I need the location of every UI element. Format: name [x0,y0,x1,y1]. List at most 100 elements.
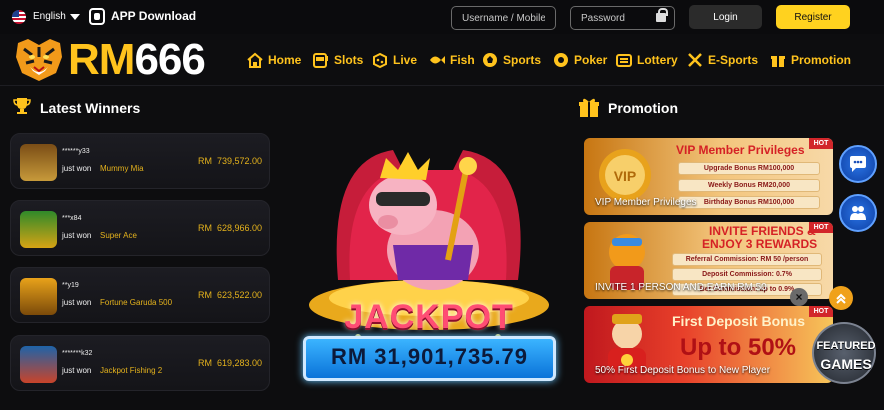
winner-game: Mummy Mia [100,164,144,173]
winner-just-won: just won [62,231,92,240]
lottery-icon [616,54,632,67]
winner-username: ***x84 [62,215,82,222]
winner-card[interactable]: ******y33 just won Mummy Mia RM 739,572.… [10,133,270,189]
soccer-ball-icon [483,53,497,67]
promo-row: Birthday Bonus RM100,000 [678,196,820,209]
super-ace-game-thumbnail [20,211,57,248]
home-icon [247,52,263,68]
nav-live[interactable]: Live [371,51,417,69]
hot-badge: HOT [809,138,833,149]
winner-card[interactable]: **y19 just won Fortune Garuda 500 RM 623… [10,267,270,323]
winner-currency: RM [198,358,212,368]
games-label: GAMES [820,356,872,372]
username-input[interactable] [451,6,556,30]
winner-card[interactable]: ***x84 just won Super Ace RM 628,966.00 [10,200,270,256]
jackpot-amount: RM 31,901,735.79 [330,344,529,369]
tiger-logo-icon[interactable] [12,37,66,83]
winner-currency: RM [198,290,212,300]
promo-row: Deposit Commission: 0.7% [672,268,822,281]
poker-chip-icon [554,53,568,67]
winner-game: Jackpot Fishing 2 [100,366,163,375]
nav-label: Live [393,53,418,67]
register-button[interactable]: Register [776,5,850,29]
live-chat-button[interactable] [839,145,877,183]
live-casino-icon [373,52,387,69]
nav-label: Sports [503,53,542,67]
promo-caption: VIP Member Privileges [595,197,697,208]
winner-just-won: just won [62,366,92,375]
promo-heading: First Deposit Bonus [672,313,806,329]
mummy-mia-game-thumbnail [20,144,57,181]
fortune-garuda-game-thumbnail [20,278,57,315]
nav-label: Poker [574,53,608,67]
nav-poker[interactable]: Poker [552,51,607,69]
referral-button[interactable] [839,194,877,232]
nav-home[interactable]: Home [246,51,301,69]
nav-lottery[interactable]: Lottery [615,51,678,69]
winner-currency: RM [198,223,212,233]
winner-game: Super Ace [100,231,137,240]
winner-currency: RM [198,156,212,166]
nav-label: Fish [450,53,475,67]
slot-machine-icon [313,53,328,68]
promo-card-first-deposit[interactable]: HOT First Deposit Bonus Up to 50% 50% Fi… [584,306,833,383]
winner-card[interactable]: *******k32 just won Jackpot Fishing 2 RM… [10,335,270,391]
featured-games-button[interactable]: FEATURED GAMES [812,322,876,384]
latest-winners-title: Latest Winners [40,100,141,116]
promo-heading-line-2: ENJOY 3 REWARDS [702,237,818,251]
main-navbar: RM666 Home Slots Live Fish Sports Poker … [0,34,884,86]
nav-label: Slots [334,53,364,67]
promo-big-offer: Up to 50% [680,334,797,361]
crossed-swords-icon [688,53,702,67]
chevron-up-icon [836,293,846,304]
gift-icon [579,98,599,117]
mobile-app-icon[interactable] [89,8,105,25]
nav-label: Home [268,53,302,67]
nav-esports[interactable]: E-Sports [686,51,758,69]
winner-amount: 619,283.00 [217,358,263,368]
top-bar: English APP Download Login Register [0,0,884,34]
language-selector[interactable]: English [33,11,66,22]
lock-icon [656,8,668,22]
winner-username: **y19 [62,282,79,289]
nav-sports[interactable]: Sports [481,51,541,69]
promo-heading: VIP Member Privileges [676,143,805,157]
logo-rm: RM [68,35,135,84]
nav-label: E-Sports [708,53,759,67]
winner-game: Fortune Garuda 500 [100,298,173,307]
promo-card-vip[interactable]: HOT VIP VIP Member Privileges Upgrade Bo… [584,138,833,215]
jackpot-label: JACKPOT [344,298,514,336]
winner-amount: 623,522.00 [217,290,263,300]
winner-username: ******y33 [62,148,90,155]
nav-fish[interactable]: Fish [428,51,475,69]
winner-just-won: just won [62,298,92,307]
users-icon [850,206,866,220]
promo-row: Weekly Bonus RM20,000 [678,179,820,192]
promo-row: Upgrade Bonus RM100,000 [678,162,820,175]
nav-promotion[interactable]: Promotion [769,51,851,69]
chevron-down-icon[interactable] [70,14,80,20]
scroll-to-top-button[interactable] [829,286,853,310]
us-flag-icon[interactable] [12,10,26,24]
chat-bubble-icon [850,156,866,172]
fish-icon [430,56,445,64]
app-download-link[interactable]: APP Download [111,9,196,23]
nav-label: Promotion [791,53,851,67]
nav-slots[interactable]: Slots [312,51,363,69]
promo-caption: INVITE 1 PERSON AND EARN RM 50 [595,282,767,293]
jackpot-fishing-game-thumbnail [20,346,57,383]
nav-label: Lottery [637,53,678,67]
promo-row: Referral Commission: RM 50 /person [672,253,822,266]
svg-text:VIP: VIP [614,168,637,184]
promo-caption: 50% First Deposit Bonus to New Player [595,365,771,376]
winner-amount: 628,966.00 [217,223,263,233]
vip-coin-icon: VIP [599,149,651,201]
logo-number: 666 [134,35,205,84]
trophy-icon [13,98,31,114]
hot-badge: HOT [809,306,833,317]
winner-amount: 739,572.00 [217,156,263,166]
close-floater-button[interactable]: × [790,288,808,306]
promo-heading-line-1: INVITE FRIENDS & [709,224,816,238]
login-button[interactable]: Login [689,5,762,29]
brand-logo[interactable]: RM666 [68,34,206,86]
